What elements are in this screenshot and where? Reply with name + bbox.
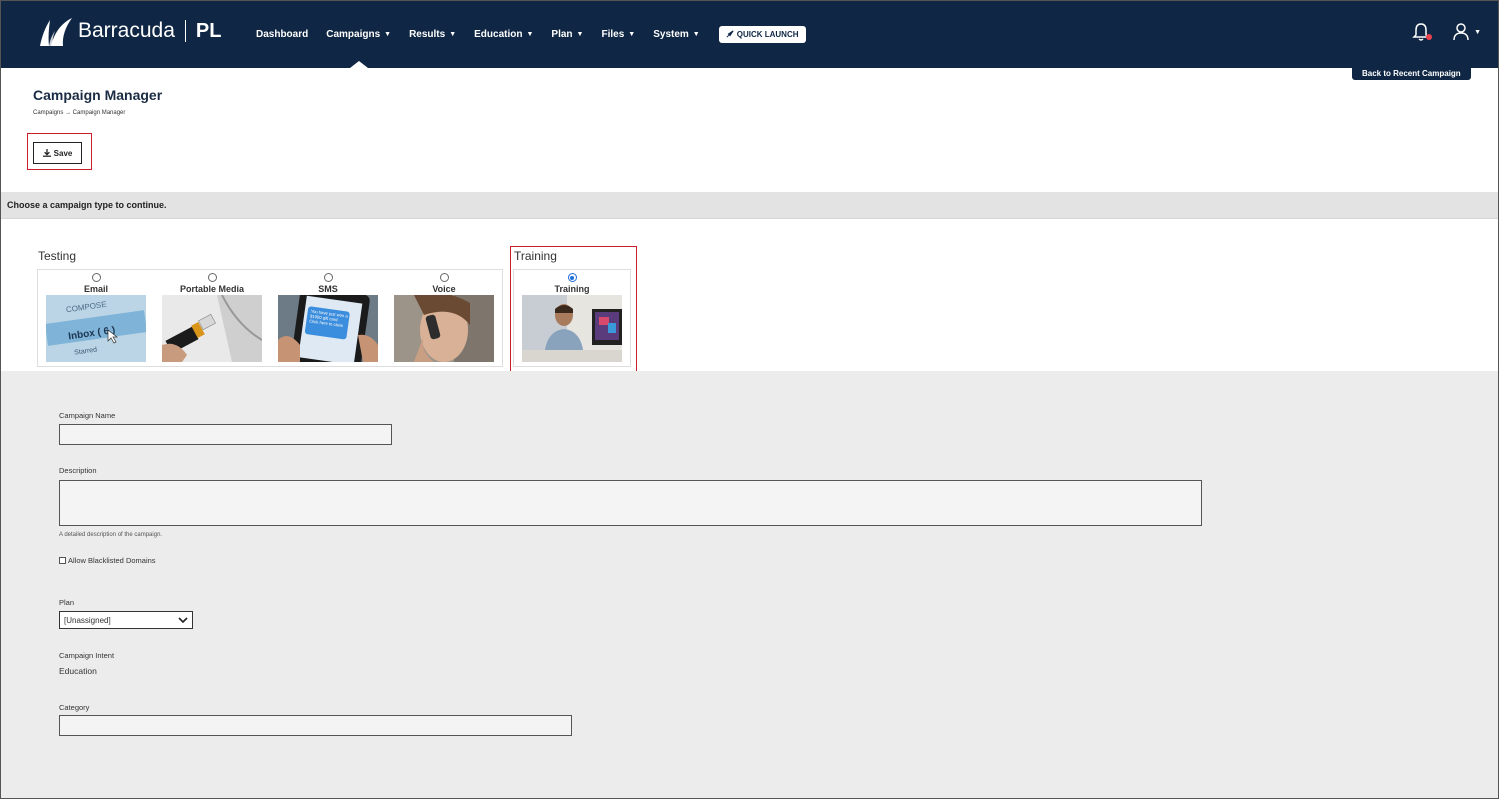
- caret-down-icon: ▼: [526, 30, 534, 38]
- nav-label: Plan: [551, 28, 573, 40]
- email-radio[interactable]: [91, 273, 101, 282]
- portable-media-label: Portable Media: [179, 284, 244, 294]
- main-menu: Dashboard Campaigns ▼ Results ▼ Education ▼…: [247, 0, 806, 68]
- logo-divider: [184, 20, 186, 42]
- training-image: [522, 295, 622, 362]
- back-to-recent-campaign-button[interactable]: Back to Recent Campaign: [1352, 68, 1471, 80]
- instruction-text: Choose a campaign type to continue.: [7, 200, 167, 210]
- nav-education[interactable]: Education ▼: [465, 0, 542, 68]
- training-options: Training: [513, 269, 631, 367]
- nav-label: Results: [409, 28, 446, 40]
- campaign-name-input[interactable]: [59, 424, 392, 445]
- top-navbar: Barracuda PL Dashboard Campaigns ▼ Result…: [0, 0, 1499, 68]
- instruction-bar: Choose a campaign type to continue.: [0, 192, 1499, 219]
- nav-label: System: [653, 28, 689, 40]
- brand-logo[interactable]: Barracuda PL: [36, 15, 221, 47]
- allow-blacklisted-row: Allow Blacklisted Domains: [59, 556, 156, 565]
- barracuda-fish-icon: [40, 18, 72, 46]
- campaign-form: Campaign Name Description A detailed des…: [0, 371, 1499, 799]
- email-label: Email: [83, 284, 108, 294]
- breadcrumb[interactable]: Campaigns → Campaign Manager: [33, 110, 125, 116]
- notifications-button[interactable]: [1412, 22, 1433, 42]
- nav-dashboard[interactable]: Dashboard: [247, 0, 317, 68]
- nav-label: Campaigns: [326, 28, 381, 40]
- description-label: Description: [59, 466, 97, 475]
- portable-media-radio[interactable]: [207, 273, 217, 282]
- campaign-intent-value: Education: [59, 666, 97, 676]
- testing-group-label: Testing: [38, 249, 77, 263]
- option-portable-media[interactable]: Portable Media: [154, 270, 270, 362]
- campaign-name-label: Campaign Name: [59, 411, 116, 420]
- nav-campaigns[interactable]: Campaigns ▼: [317, 0, 400, 68]
- rocket-icon: [726, 30, 734, 38]
- nav-results[interactable]: Results ▼: [400, 0, 465, 68]
- caret-down-icon: ▼: [449, 30, 457, 38]
- plan-label: Plan: [59, 598, 75, 607]
- description-hint: A detailed description of the campaign.: [59, 532, 163, 538]
- user-icon: [1453, 23, 1469, 41]
- portable-media-image: [162, 295, 262, 362]
- plan-selected-value: [Unassigned]: [64, 615, 111, 625]
- category-input[interactable]: [59, 715, 572, 736]
- voice-radio[interactable]: [439, 273, 449, 282]
- option-training[interactable]: Training: [514, 270, 630, 362]
- save-button[interactable]: Save: [33, 142, 82, 164]
- nav-plan[interactable]: Plan ▼: [542, 0, 592, 68]
- caret-down-icon: ▼: [1474, 28, 1481, 36]
- save-label: Save: [53, 148, 73, 158]
- allow-blacklisted-checkbox[interactable]: [59, 557, 66, 564]
- nav-label: Files: [601, 28, 625, 40]
- caret-down-icon: ▼: [628, 30, 636, 38]
- training-label: Training: [554, 284, 590, 294]
- chevron-down-icon: [178, 617, 188, 623]
- sms-label: SMS: [318, 284, 338, 294]
- option-sms[interactable]: SMS You have just won a $1000 gift card.…: [270, 270, 386, 362]
- category-label: Category: [59, 703, 90, 712]
- nav-label: Dashboard: [256, 28, 309, 40]
- notification-dot: [1426, 34, 1433, 40]
- campaign-type-selector: Testing Training Email COMPOSE Inbox ( 6…: [0, 219, 1499, 373]
- voice-image: [394, 295, 494, 362]
- option-voice[interactable]: Voice: [386, 270, 502, 362]
- quick-launch-label: QUICK LAUNCH: [736, 29, 799, 39]
- page-title: Campaign Manager: [33, 87, 163, 103]
- sms-radio[interactable]: [323, 273, 333, 282]
- voice-label: Voice: [432, 284, 456, 294]
- caret-down-icon: ▼: [576, 30, 584, 38]
- brand-name: Barracuda: [78, 19, 175, 42]
- testing-options: Email COMPOSE Inbox ( 6 ) Starred Portab…: [37, 269, 503, 367]
- nav-utility-icons: ▼: [1412, 22, 1481, 42]
- user-menu[interactable]: ▼: [1452, 22, 1481, 42]
- training-radio[interactable]: [567, 273, 577, 282]
- allow-blacklisted-label: Allow Blacklisted Domains: [68, 556, 156, 565]
- plan-select[interactable]: [Unassigned]: [59, 611, 193, 629]
- caret-down-icon: ▼: [384, 30, 392, 38]
- nav-files[interactable]: Files ▼: [592, 0, 644, 68]
- nav-label: Education: [474, 28, 523, 40]
- option-email[interactable]: Email COMPOSE Inbox ( 6 ) Starred: [38, 270, 154, 362]
- download-icon: [42, 149, 51, 157]
- email-image: COMPOSE Inbox ( 6 ) Starred: [46, 295, 146, 362]
- product-name: PL: [195, 19, 222, 42]
- quick-launch-button[interactable]: QUICK LAUNCH: [718, 25, 806, 43]
- nav-system[interactable]: System ▼: [644, 0, 709, 68]
- campaign-intent-label: Campaign Intent: [59, 651, 115, 660]
- page-header: Back to Recent Campaign Campaign Manager…: [0, 68, 1499, 192]
- description-textarea[interactable]: [59, 480, 1202, 526]
- caret-down-icon: ▼: [692, 30, 700, 38]
- sms-image: You have just won a $1000 gift card. Cli…: [278, 295, 378, 362]
